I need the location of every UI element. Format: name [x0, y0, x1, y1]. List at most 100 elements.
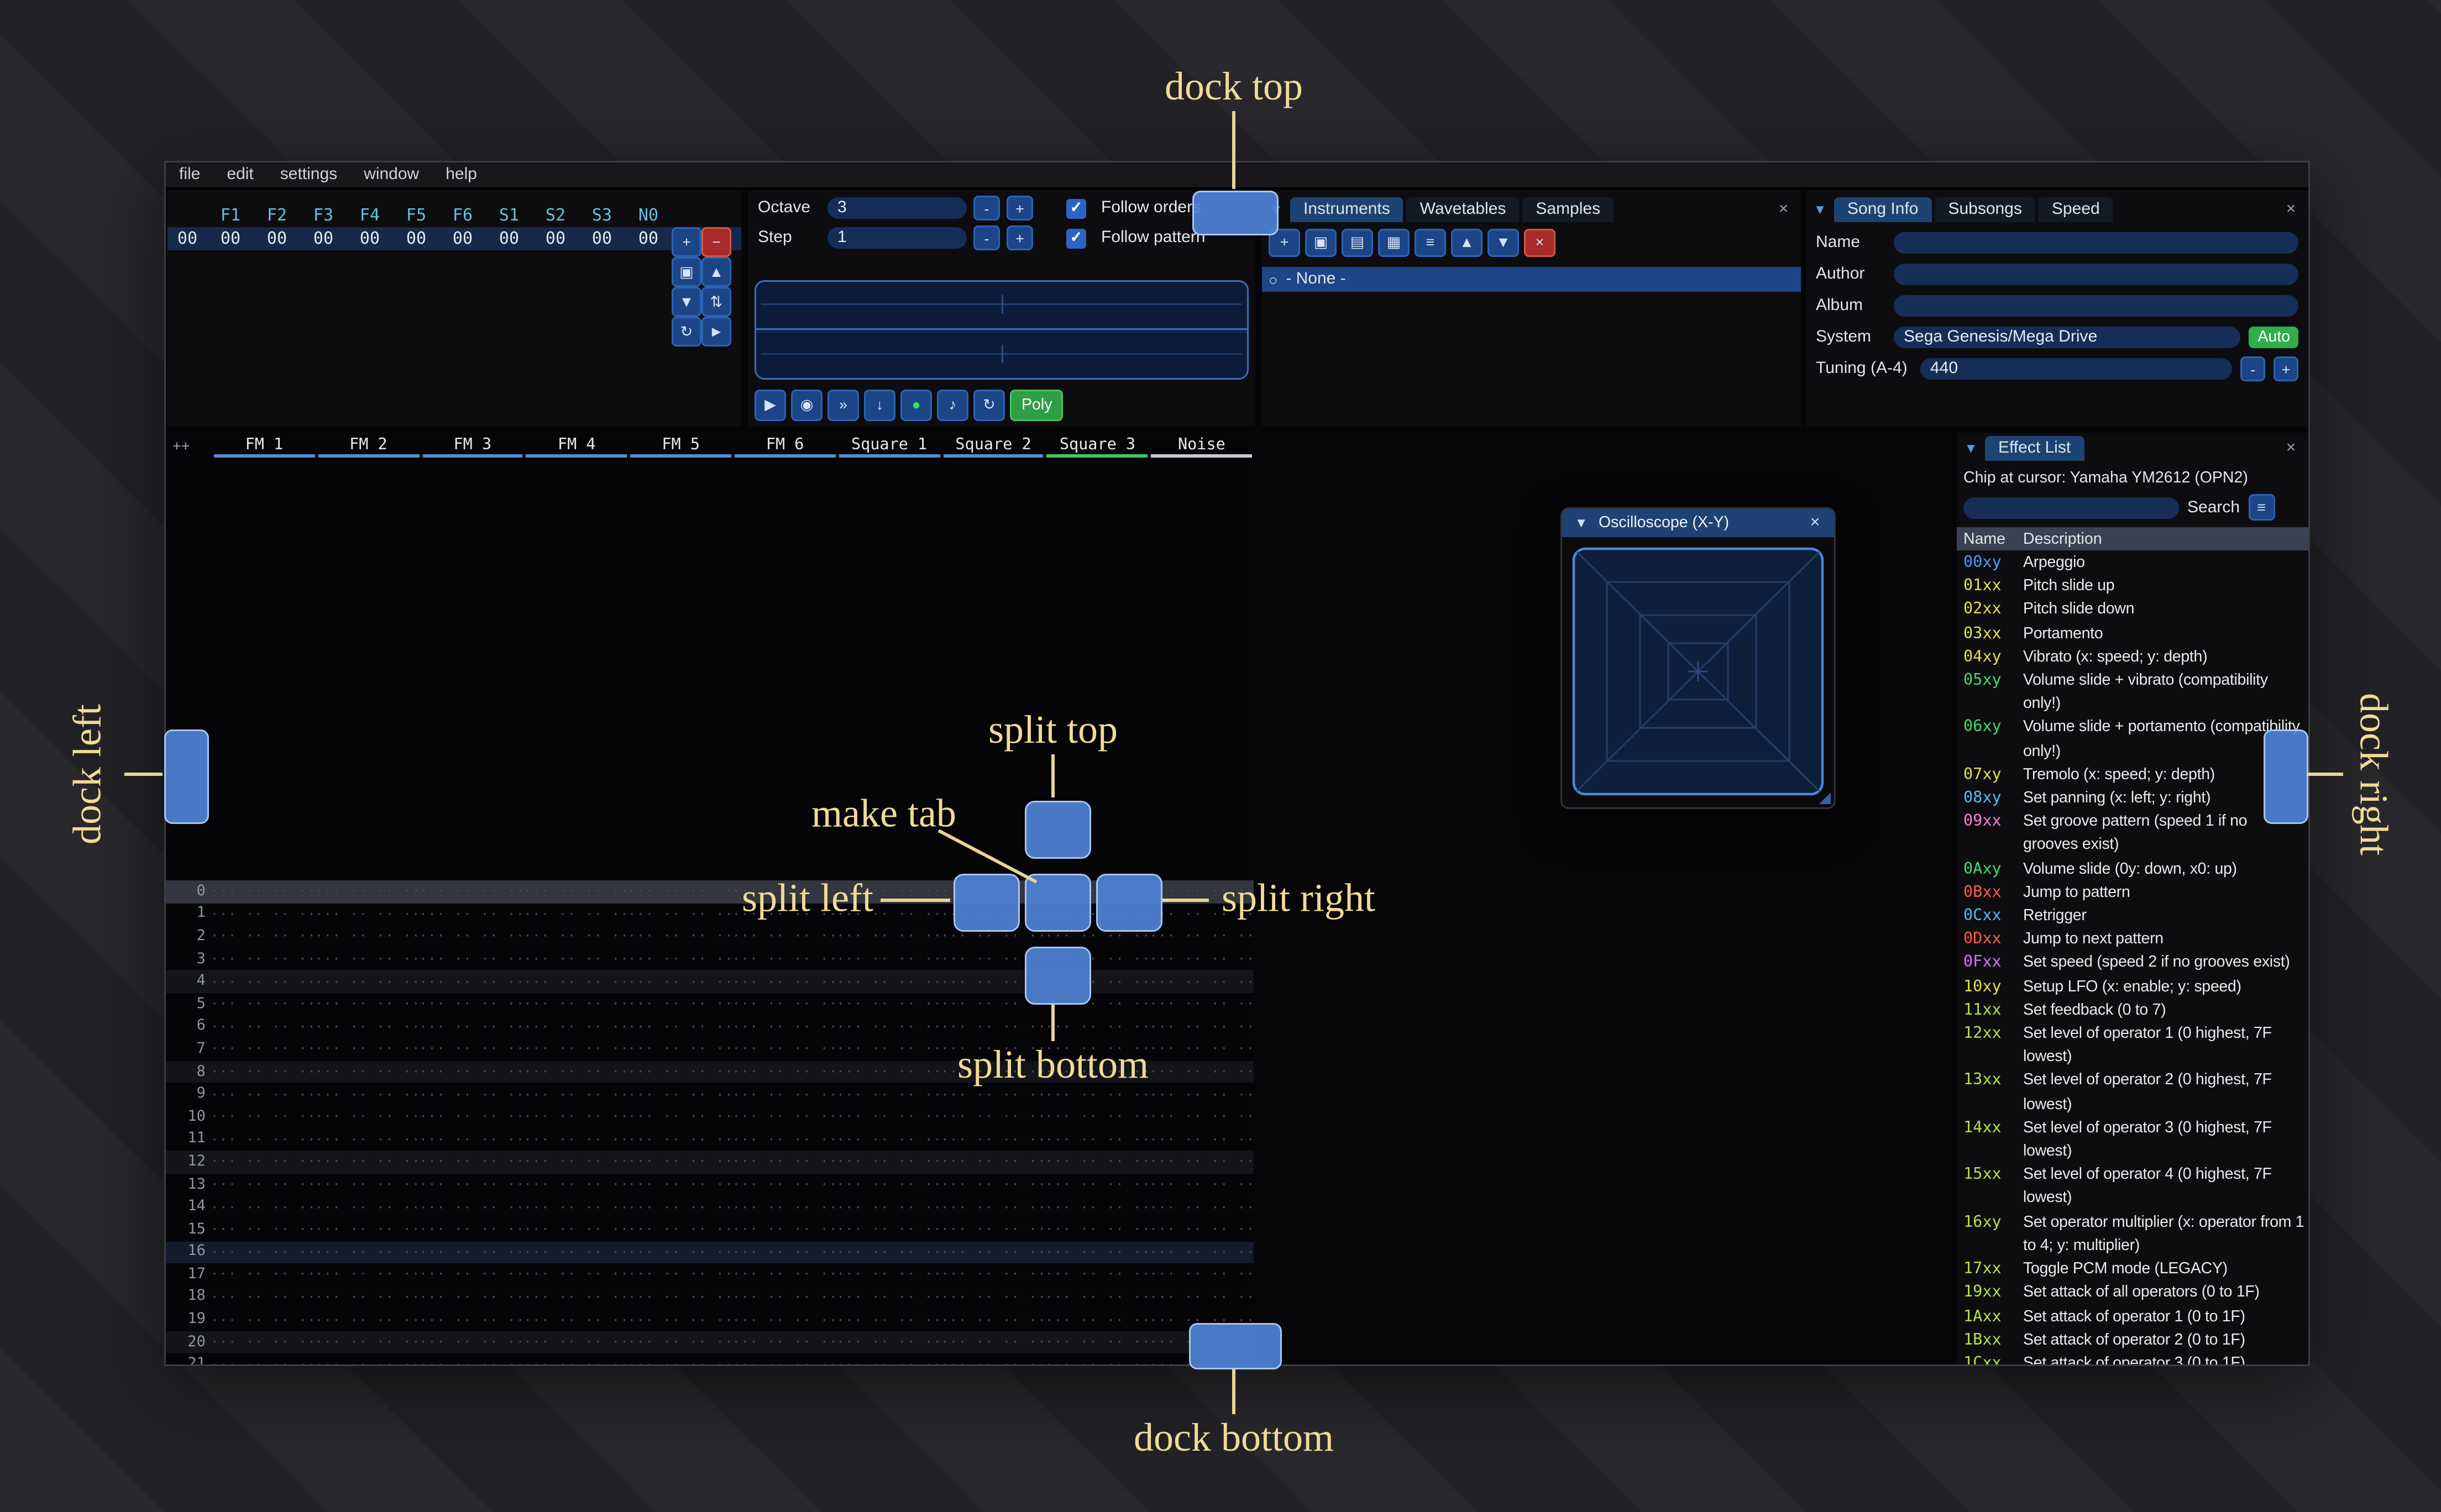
- pattern-cell[interactable]: ··· ·· ·· ···: [732, 1313, 837, 1327]
- effect-row[interactable]: 19xx Set attack of all operators (0 to 1F…: [1957, 1282, 2308, 1306]
- orders-cell[interactable]: 00: [347, 230, 393, 248]
- tab-speed[interactable]: Speed: [2038, 197, 2113, 222]
- deep-clone-order-button[interactable]: ⇅: [701, 287, 731, 317]
- pattern-cell[interactable]: ··· ·· ·· ···: [211, 1064, 315, 1079]
- effect-row[interactable]: 14xx Set level of operator 3 (0 highest, …: [1957, 1117, 2308, 1164]
- pattern-cell[interactable]: ··· ·· ·· ···: [732, 1267, 837, 1282]
- pattern-cell[interactable]: ··· ·· ·· ···: [1045, 1200, 1150, 1215]
- pattern-cell[interactable]: ··· ·· ·· ···: [1045, 1154, 1150, 1169]
- effect-row[interactable]: 1Axx Set attack of operator 1 (0 to 1F): [1957, 1306, 2308, 1330]
- pattern-cell[interactable]: ··· ·· ·· ···: [315, 1177, 420, 1192]
- effect-row[interactable]: 05xy Volume slide + vibrato (compatibilit…: [1957, 670, 2308, 717]
- system-auto-button[interactable]: Auto: [2249, 327, 2298, 348]
- toggle-folders-button[interactable]: ≡: [1415, 229, 1446, 257]
- pattern-cell[interactable]: ··· ·· ·· ···: [211, 1357, 315, 1364]
- effect-row[interactable]: 16xy Set operator multiplier (x: operator…: [1957, 1211, 2308, 1258]
- pattern-cell[interactable]: ··· ·· ·· ···: [419, 884, 523, 899]
- metronome-button[interactable]: ♪: [937, 390, 968, 421]
- pattern-cell[interactable]: ··· ·· ·· ···: [315, 1313, 420, 1327]
- pattern-cell[interactable]: ··· ·· ·· ···: [732, 1154, 837, 1169]
- tuning-increase-button[interactable]: +: [2274, 356, 2298, 381]
- pattern-cell[interactable]: ··· ·· ·· ···: [1045, 1110, 1150, 1125]
- pattern-cell[interactable]: ··· ·· ·· ···: [1149, 997, 1254, 1012]
- pattern-cell[interactable]: ··· ·· ·· ···: [315, 974, 420, 989]
- pattern-cell[interactable]: ··· ·· ·· ···: [315, 1064, 420, 1079]
- pattern-cell[interactable]: ··· ·· ·· ···: [628, 1087, 732, 1102]
- pattern-cell[interactable]: ··· ·· ·· ···: [419, 1313, 523, 1327]
- effect-row[interactable]: 01xx Pitch slide up: [1957, 576, 2308, 600]
- pattern-cell[interactable]: ··· ·· ·· ···: [211, 1290, 315, 1305]
- pattern-cell[interactable]: ··· ·· ·· ···: [315, 1267, 420, 1282]
- pattern-cell[interactable]: ··· ·· ·· ···: [523, 1020, 628, 1035]
- pattern-cell[interactable]: ··· ·· ·· ···: [211, 1154, 315, 1169]
- effect-row[interactable]: 07xy Tremolo (x: speed; y: depth): [1957, 764, 2308, 788]
- pattern-cell[interactable]: ··· ·· ·· ···: [523, 1313, 628, 1327]
- pattern-cell[interactable]: ··· ·· ·· ···: [523, 1245, 628, 1259]
- pattern-cell[interactable]: ··· ·· ·· ···: [836, 1335, 941, 1350]
- pattern-cell[interactable]: ··· ·· ·· ···: [836, 1064, 941, 1079]
- pattern-cell[interactable]: ··· ·· ·· ···: [315, 1222, 420, 1237]
- pattern-cell[interactable]: ··· ·· ·· ···: [941, 1335, 1045, 1350]
- pattern-cell[interactable]: ··· ·· ·· ···: [211, 1110, 315, 1125]
- octave-increase-button[interactable]: +: [1007, 196, 1033, 221]
- orders-cell[interactable]: 00: [207, 230, 254, 248]
- poly-button[interactable]: Poly: [1010, 390, 1064, 421]
- pattern-cell[interactable]: ··· ·· ·· ···: [1045, 1290, 1150, 1305]
- oscilloscope-collapse-icon[interactable]: ▼: [1570, 512, 1592, 534]
- pattern-cell[interactable]: ··· ·· ·· ···: [732, 1200, 837, 1215]
- pattern-cell[interactable]: ··· ·· ·· ···: [628, 1267, 732, 1282]
- pattern-cell[interactable]: ··· ·· ·· ···: [523, 884, 628, 899]
- effect-row[interactable]: 09xx Set groove pattern (speed 1 if no gr…: [1957, 811, 2308, 858]
- pattern-cell[interactable]: ··· ·· ·· ···: [836, 1042, 941, 1057]
- song-info-collapse-icon[interactable]: ▼: [1809, 199, 1831, 221]
- tab-subsongs[interactable]: Subsongs: [1935, 197, 2035, 222]
- pattern-cell[interactable]: ··· ·· ·· ···: [732, 1132, 837, 1147]
- pattern-cell[interactable]: ··· ·· ·· ···: [941, 1177, 1045, 1192]
- split-bottom-target[interactable]: [1025, 947, 1091, 1005]
- step-input[interactable]: 1: [827, 227, 967, 249]
- pattern-cell[interactable]: ··· ·· ·· ···: [419, 997, 523, 1012]
- tab-wavetables[interactable]: Wavetables: [1406, 197, 1520, 222]
- pattern-cell[interactable]: ··· ·· ·· ···: [315, 997, 420, 1012]
- album-input[interactable]: [1894, 295, 2298, 317]
- pattern-cell[interactable]: ··· ·· ·· ···: [732, 1087, 837, 1102]
- orders-cell[interactable]: 00: [625, 230, 672, 248]
- step-increase-button[interactable]: +: [1007, 225, 1033, 250]
- channel-header-fm-1[interactable]: FM 1: [212, 433, 316, 458]
- pattern-cell[interactable]: ··· ·· ·· ···: [628, 1042, 732, 1057]
- pattern-cell[interactable]: ··· ·· ·· ···: [1149, 1087, 1254, 1102]
- pattern-cell[interactable]: ··· ·· ·· ···: [419, 1042, 523, 1057]
- tab-song-info[interactable]: Song Info: [1834, 197, 1932, 222]
- effect-row[interactable]: 11xx Set feedback (0 to 7): [1957, 1000, 2308, 1023]
- pattern-cell[interactable]: ··· ·· ·· ···: [523, 907, 628, 922]
- tab-effect-list[interactable]: Effect List: [1985, 436, 2084, 461]
- split-top-target[interactable]: [1025, 801, 1091, 859]
- pattern-cell[interactable]: ··· ·· ·· ···: [211, 1313, 315, 1327]
- pattern-cell[interactable]: ··· ·· ·· ···: [523, 952, 628, 967]
- pattern-cell[interactable]: ··· ·· ·· ···: [732, 1335, 837, 1350]
- move-order-down-button[interactable]: ▼: [672, 287, 701, 317]
- play-pattern-button[interactable]: ◉: [791, 390, 823, 421]
- pattern-cell[interactable]: ··· ·· ·· ···: [419, 1357, 523, 1364]
- pattern-cell[interactable]: ··· ·· ·· ···: [315, 1042, 420, 1057]
- pattern-cell[interactable]: ··· ·· ·· ···: [1149, 1132, 1254, 1147]
- dock-left-target[interactable]: [164, 729, 209, 824]
- pattern-cell[interactable]: ··· ·· ·· ···: [523, 1132, 628, 1147]
- pattern-cell[interactable]: ··· ·· ·· ···: [1045, 1267, 1150, 1282]
- pattern-cell[interactable]: ··· ·· ·· ···: [211, 997, 315, 1012]
- pattern-cell[interactable]: ··· ·· ·· ···: [211, 1087, 315, 1102]
- octave-decrease-button[interactable]: -: [973, 196, 1000, 221]
- effect-row[interactable]: 03xx Portamento: [1957, 623, 2308, 647]
- split-left-target[interactable]: [954, 874, 1020, 932]
- pattern-cell[interactable]: ··· ·· ·· ···: [523, 997, 628, 1012]
- effect-row[interactable]: 00xy Arpeggio: [1957, 552, 2308, 576]
- tab-instruments[interactable]: Instruments: [1290, 197, 1403, 222]
- pattern-cell[interactable]: ··· ·· ·· ···: [732, 1222, 837, 1237]
- pattern-cell[interactable]: ··· ·· ·· ···: [419, 1064, 523, 1079]
- pattern-cell[interactable]: ··· ·· ·· ···: [836, 1200, 941, 1215]
- orders-cell[interactable]: 00: [532, 230, 579, 248]
- pattern-cell[interactable]: ··· ·· ·· ···: [1045, 1222, 1150, 1237]
- pattern-cell[interactable]: ··· ·· ·· ···: [732, 1290, 837, 1305]
- orders-cell[interactable]: 00: [486, 230, 532, 248]
- effect-row[interactable]: 0Fxx Set speed (speed 2 if no grooves exi…: [1957, 952, 2308, 976]
